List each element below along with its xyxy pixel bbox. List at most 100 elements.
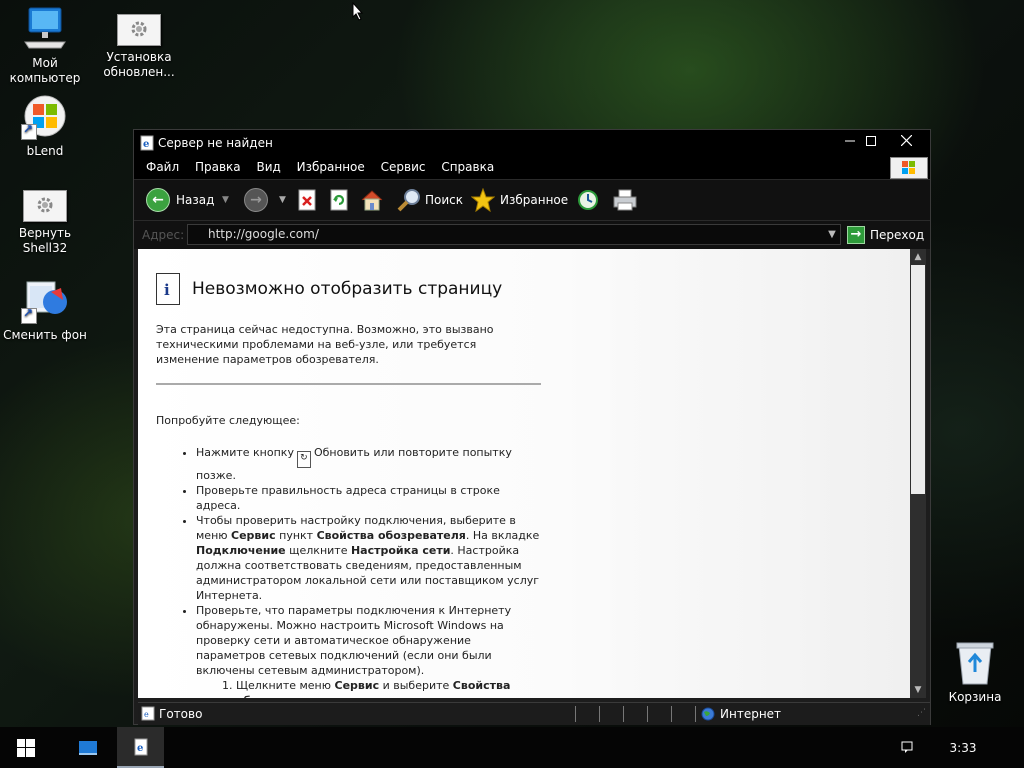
star-icon [471,188,495,212]
menu-file[interactable]: Файл [140,157,185,174]
tips-list: Нажмите кнопку↻Обновить или повторите по… [176,445,541,698]
list-item: Проверьте правильность адреса страницы в… [196,483,541,513]
menu-edit[interactable]: Правка [189,157,247,174]
close-icon [900,134,912,147]
address-input[interactable]: http://google.com/ [187,224,841,245]
desktop-icon-label: Сменить фон [3,328,87,342]
divider [156,383,541,385]
step-text: Сервис [334,679,380,692]
go-label: Переход [870,228,925,242]
refresh-inline-icon: ↻ [296,451,311,468]
maximize-icon [866,136,876,146]
desktop-icon-change-wallpaper[interactable]: Сменить фон [0,278,90,343]
tip3-text: . На вкладке [465,529,540,542]
menu-favorites[interactable]: Избранное [291,157,371,174]
forward-dropdown-icon[interactable]: ▼ [279,187,286,213]
settings-file-icon [23,190,67,222]
windows-logo-shortcut-icon [21,94,69,140]
internet-globe-icon [701,707,715,721]
forward-button[interactable]: → [244,187,268,213]
windows-start-icon [17,738,35,757]
desktop-icon-restore-shell32[interactable]: Вернуть Shell32 [0,182,90,256]
tip3-text: щелкните [285,544,351,557]
search-label: Поиск [425,193,464,207]
tip3-text: пункт [275,529,317,542]
back-button[interactable]: ← Назад [146,187,214,213]
back-arrow-icon: ← [146,188,170,212]
tip1-before: Нажмите кнопку [196,446,294,459]
resize-grip-icon[interactable]: ⋰ [917,708,926,718]
mouse-cursor-icon [352,2,364,21]
error-intro: Эта страница сейчас недоступна. Возможно… [156,323,494,366]
forward-arrow-icon: → [244,188,268,212]
taskbar-desktop-button[interactable] [68,727,108,768]
scroll-down-icon[interactable]: ▼ [910,682,926,698]
show-desktop-icon [79,740,97,755]
error-heading: i Невозможно отобразить страницу [156,273,502,305]
status-separator [599,706,600,722]
status-zone: Интернет [720,707,782,721]
search-icon [397,189,420,212]
computer-icon [21,6,69,52]
shortcut-arrow-icon [21,306,37,324]
back-dropdown-icon[interactable]: ▼ [222,187,229,213]
refresh-icon [330,189,348,211]
desktop-icon-blend[interactable]: bLend [0,94,90,159]
windows-flag-icon [890,157,928,179]
taskbar-ie-button[interactable]: e [117,727,164,768]
action-center-button[interactable] [895,727,921,768]
history-button[interactable] [577,187,599,213]
page-status-icon: e [141,706,155,721]
menu-tools[interactable]: Сервис [375,157,432,174]
print-button[interactable] [612,187,638,213]
clock-time: 3:33 [949,740,977,755]
vertical-scrollbar[interactable]: ▲ ▼ [910,249,926,698]
list-item: Чтобы проверить настройку подключения, в… [196,513,541,603]
scroll-thumb[interactable] [911,265,925,494]
printer-icon [613,189,637,211]
address-bar: Адрес: http://google.com/ ▼ → Переход [134,220,930,249]
menu-bar: Файл Правка Вид Избранное Сервис Справка [134,157,930,179]
notification-icon [901,741,913,753]
history-icon [578,190,598,210]
browser-window: e Сервер не найден Файл Правка Вид Избра… [133,129,931,725]
status-separator [695,706,696,722]
tip3-text: Свойства обозревателя [316,529,466,542]
address-label: Адрес: [142,228,185,242]
go-arrow-icon: → [847,226,865,244]
title-bar[interactable]: e Сервер не найден [134,130,930,157]
maximize-button[interactable] [854,130,888,155]
home-button[interactable] [360,187,384,213]
refresh-button[interactable] [330,187,348,213]
favorites-button[interactable]: Избранное [471,187,568,213]
stop-icon [298,189,316,211]
home-icon [361,190,383,211]
menu-help[interactable]: Справка [435,157,500,174]
close-button[interactable] [889,130,923,155]
address-value: http://google.com/ [208,227,319,241]
go-button[interactable]: → Переход [847,224,924,246]
address-dropdown-icon[interactable]: ▼ [824,225,840,244]
clock[interactable]: 3:33 [940,727,986,768]
steps-list: Щелкните меню Сервис и выберите Свойства… [196,678,541,698]
svg-text:e: e [144,710,149,719]
start-button[interactable] [0,727,52,768]
page-content: i Невозможно отобразить страницу Эта стр… [138,249,910,698]
tip3-text: Настройка сети [350,544,451,557]
favorites-label: Избранное [500,193,569,207]
desktop-icon-update-install[interactable]: Установка обновлен... [94,6,184,80]
toolbar: ← Назад ▼ → ▼ Поиск Избранное [134,179,930,220]
search-button[interactable]: Поиск [396,187,463,213]
status-separator [623,706,624,722]
taskbar: e 3:33 [0,727,1024,768]
desktop-icon-recycle-bin[interactable]: Корзина [930,640,1020,705]
desktop-icon-label: Установка обновлен... [103,50,175,79]
step-text: Щелкните меню [236,679,335,692]
shortcut-arrow-icon [21,122,37,140]
scroll-up-icon[interactable]: ▲ [910,249,926,265]
menu-view[interactable]: Вид [250,157,286,174]
desktop-icon-my-computer[interactable]: Мой компьютер [0,6,90,86]
status-text: Готово [159,707,203,721]
stop-button[interactable] [298,187,316,213]
list-item: Щелкните меню Сервис и выберите Свойства… [236,678,541,698]
